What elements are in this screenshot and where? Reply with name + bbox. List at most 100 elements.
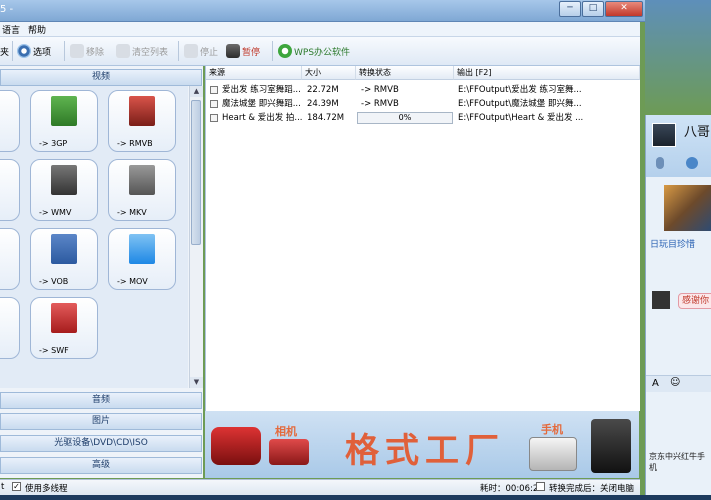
camera-icon bbox=[269, 439, 309, 465]
format-tile-partial[interactable] bbox=[0, 228, 20, 290]
3gp-icon bbox=[51, 96, 77, 126]
column-size[interactable]: 大小 bbox=[302, 66, 356, 80]
stop-icon bbox=[184, 44, 198, 58]
format-label: -> VOB bbox=[39, 277, 69, 286]
category-advanced[interactable]: 高级 bbox=[0, 457, 202, 474]
format-label: -> MOV bbox=[117, 277, 148, 286]
emoji-icon[interactable]: ☺ bbox=[670, 377, 680, 388]
close-button[interactable]: ✕ bbox=[605, 1, 643, 17]
task-status: -> RMVB bbox=[361, 99, 399, 109]
microphone-icon[interactable] bbox=[656, 157, 664, 169]
toolbar-divider bbox=[64, 41, 65, 61]
category-disc[interactable]: 光驱设备\DVD\CD\ISO bbox=[0, 435, 202, 452]
format-tile-wmv[interactable]: -> WMV bbox=[30, 159, 98, 221]
camera-icon[interactable] bbox=[686, 157, 698, 169]
format-label: -> RMVB bbox=[117, 139, 153, 148]
task-row[interactable]: 魔法城堡 即兴舞蹈... 24.39M -> RMVB E:\FFOutput\… bbox=[206, 97, 640, 111]
task-list: 来源 大小 转换状态 输出 [F2] 爱出发 练习室舞蹈... 22.72M -… bbox=[205, 66, 640, 411]
format-tile-partial[interactable] bbox=[0, 159, 20, 221]
multithread-checkbox[interactable]: ✓ bbox=[12, 482, 21, 491]
scroll-thumb[interactable] bbox=[191, 100, 201, 245]
rmvb-icon bbox=[129, 96, 155, 126]
vob-icon bbox=[51, 234, 77, 264]
format-scrollbar[interactable]: ▲ ▼ bbox=[189, 86, 203, 388]
maximize-button[interactable]: □ bbox=[582, 1, 604, 17]
shared-image[interactable] bbox=[664, 185, 711, 231]
format-label: -> 3GP bbox=[39, 139, 68, 148]
format-label: -> WMV bbox=[39, 208, 72, 217]
minimize-button[interactable]: ─ bbox=[559, 1, 581, 17]
contact-name: 八哥 bbox=[684, 125, 711, 140]
chat-link[interactable]: 日玩目珍惜 bbox=[650, 237, 695, 250]
desktop-background bbox=[645, 0, 711, 115]
banner-camera-label: 相机 bbox=[275, 425, 297, 438]
format-tile-mkv[interactable]: -> MKV bbox=[108, 159, 176, 221]
task-source: 魔法城堡 即兴舞蹈... bbox=[222, 99, 301, 109]
remove-button[interactable]: 移除 bbox=[70, 42, 104, 60]
task-size: 184.72M bbox=[307, 113, 345, 123]
banner-phone-label: 手机 bbox=[541, 423, 563, 436]
chat-window[interactable]: 八哥 日玩目珍惜 感谢你 A ☺ 京东中兴红牛手机 bbox=[645, 115, 711, 495]
wps-icon bbox=[278, 44, 292, 58]
format-tile-swf[interactable]: -> SWF bbox=[30, 297, 98, 359]
clear-list-label: 清空列表 bbox=[132, 47, 169, 58]
status-left-fragment: t bbox=[1, 482, 5, 492]
column-status[interactable]: 转换状态 bbox=[356, 66, 454, 80]
ad-banner[interactable]: 相机 格式工厂 手机 bbox=[205, 411, 639, 478]
title-bar: 5 - ─ □ ✕ bbox=[0, 0, 645, 22]
toolbar-divider bbox=[178, 41, 179, 61]
wps-button[interactable]: WPS办公软件 bbox=[278, 42, 350, 60]
category-audio[interactable]: 音频 bbox=[0, 392, 202, 409]
gear-icon bbox=[17, 44, 31, 58]
chat-input-toolbar: A ☺ bbox=[646, 375, 711, 392]
task-output: E:\FFOutput\Heart & 爱出发 ... bbox=[458, 113, 584, 123]
column-output[interactable]: 输出 [F2] bbox=[454, 66, 640, 80]
format-tile-partial[interactable] bbox=[0, 297, 20, 359]
format-tile-3gp[interactable]: -> 3GP bbox=[30, 90, 98, 152]
menu-language[interactable]: 语言 bbox=[2, 23, 20, 36]
format-tile-mov[interactable]: -> MOV bbox=[108, 228, 176, 290]
stop-button[interactable]: 停止 bbox=[184, 42, 218, 60]
task-status: -> RMVB bbox=[361, 85, 399, 95]
pause-button[interactable]: 暂停 bbox=[226, 42, 260, 60]
category-video[interactable]: 视频 bbox=[0, 69, 202, 86]
elapsed-time: 耗时：00:06:25 bbox=[480, 484, 544, 494]
toolbar-divider bbox=[12, 41, 13, 61]
clear-list-button[interactable]: 清空列表 bbox=[116, 42, 168, 60]
wps-label: WPS办公软件 bbox=[294, 47, 351, 58]
format-tile-rmvb[interactable]: -> RMVB bbox=[108, 90, 176, 152]
scroll-down-icon[interactable]: ▼ bbox=[190, 377, 203, 388]
task-row[interactable]: Heart & 爱出发 拍... 184.72M 0% E:\FFOutput\… bbox=[206, 111, 640, 125]
avatar[interactable] bbox=[652, 291, 670, 309]
camcorder-icon bbox=[211, 427, 261, 465]
progress-text: 0% bbox=[398, 113, 412, 122]
file-icon bbox=[210, 86, 218, 94]
chat-footer-text: 京东中兴红牛手机 bbox=[649, 452, 705, 472]
window-title: 5 - bbox=[0, 4, 14, 15]
menu-help[interactable]: 帮助 bbox=[28, 23, 46, 36]
format-tile-partial[interactable] bbox=[0, 90, 20, 152]
menu-bar: 语言 帮助 bbox=[0, 22, 640, 37]
category-picture[interactable]: 图片 bbox=[0, 413, 202, 430]
font-icon[interactable]: A bbox=[652, 378, 659, 389]
format-tile-vob[interactable]: -> VOB bbox=[30, 228, 98, 290]
task-output: E:\FFOutput\爱出发 练习室舞... bbox=[458, 85, 582, 95]
progress-bar: 0% bbox=[357, 112, 453, 124]
avatar[interactable] bbox=[652, 123, 676, 147]
task-size: 24.39M bbox=[307, 99, 339, 109]
after-convert-label: 转换完成后：关闭电脑 bbox=[549, 484, 635, 494]
mov-icon bbox=[129, 234, 155, 264]
task-size: 22.72M bbox=[307, 85, 339, 95]
output-folder-button[interactable]: 夹 bbox=[0, 42, 9, 60]
remove-label: 移除 bbox=[86, 47, 105, 58]
options-label: 选项 bbox=[33, 47, 52, 58]
swf-icon bbox=[51, 303, 77, 333]
task-row[interactable]: 爱出发 练习室舞蹈... 22.72M -> RMVB E:\FFOutput\… bbox=[206, 83, 640, 97]
scroll-up-icon[interactable]: ▲ bbox=[190, 86, 203, 97]
options-button[interactable]: 选项 bbox=[17, 42, 51, 60]
status-bar: t ✓ 使用多线程 耗时：00:06:25 转换完成后：关闭电脑 bbox=[0, 479, 640, 496]
column-source[interactable]: 来源 bbox=[206, 66, 302, 80]
toolbar: 夹 选项 移除 清空列表 停止 暂停 WPS办公软件 bbox=[0, 37, 640, 66]
shutdown-checkbox[interactable] bbox=[536, 482, 545, 491]
window-controls: ─ □ ✕ bbox=[559, 1, 643, 17]
